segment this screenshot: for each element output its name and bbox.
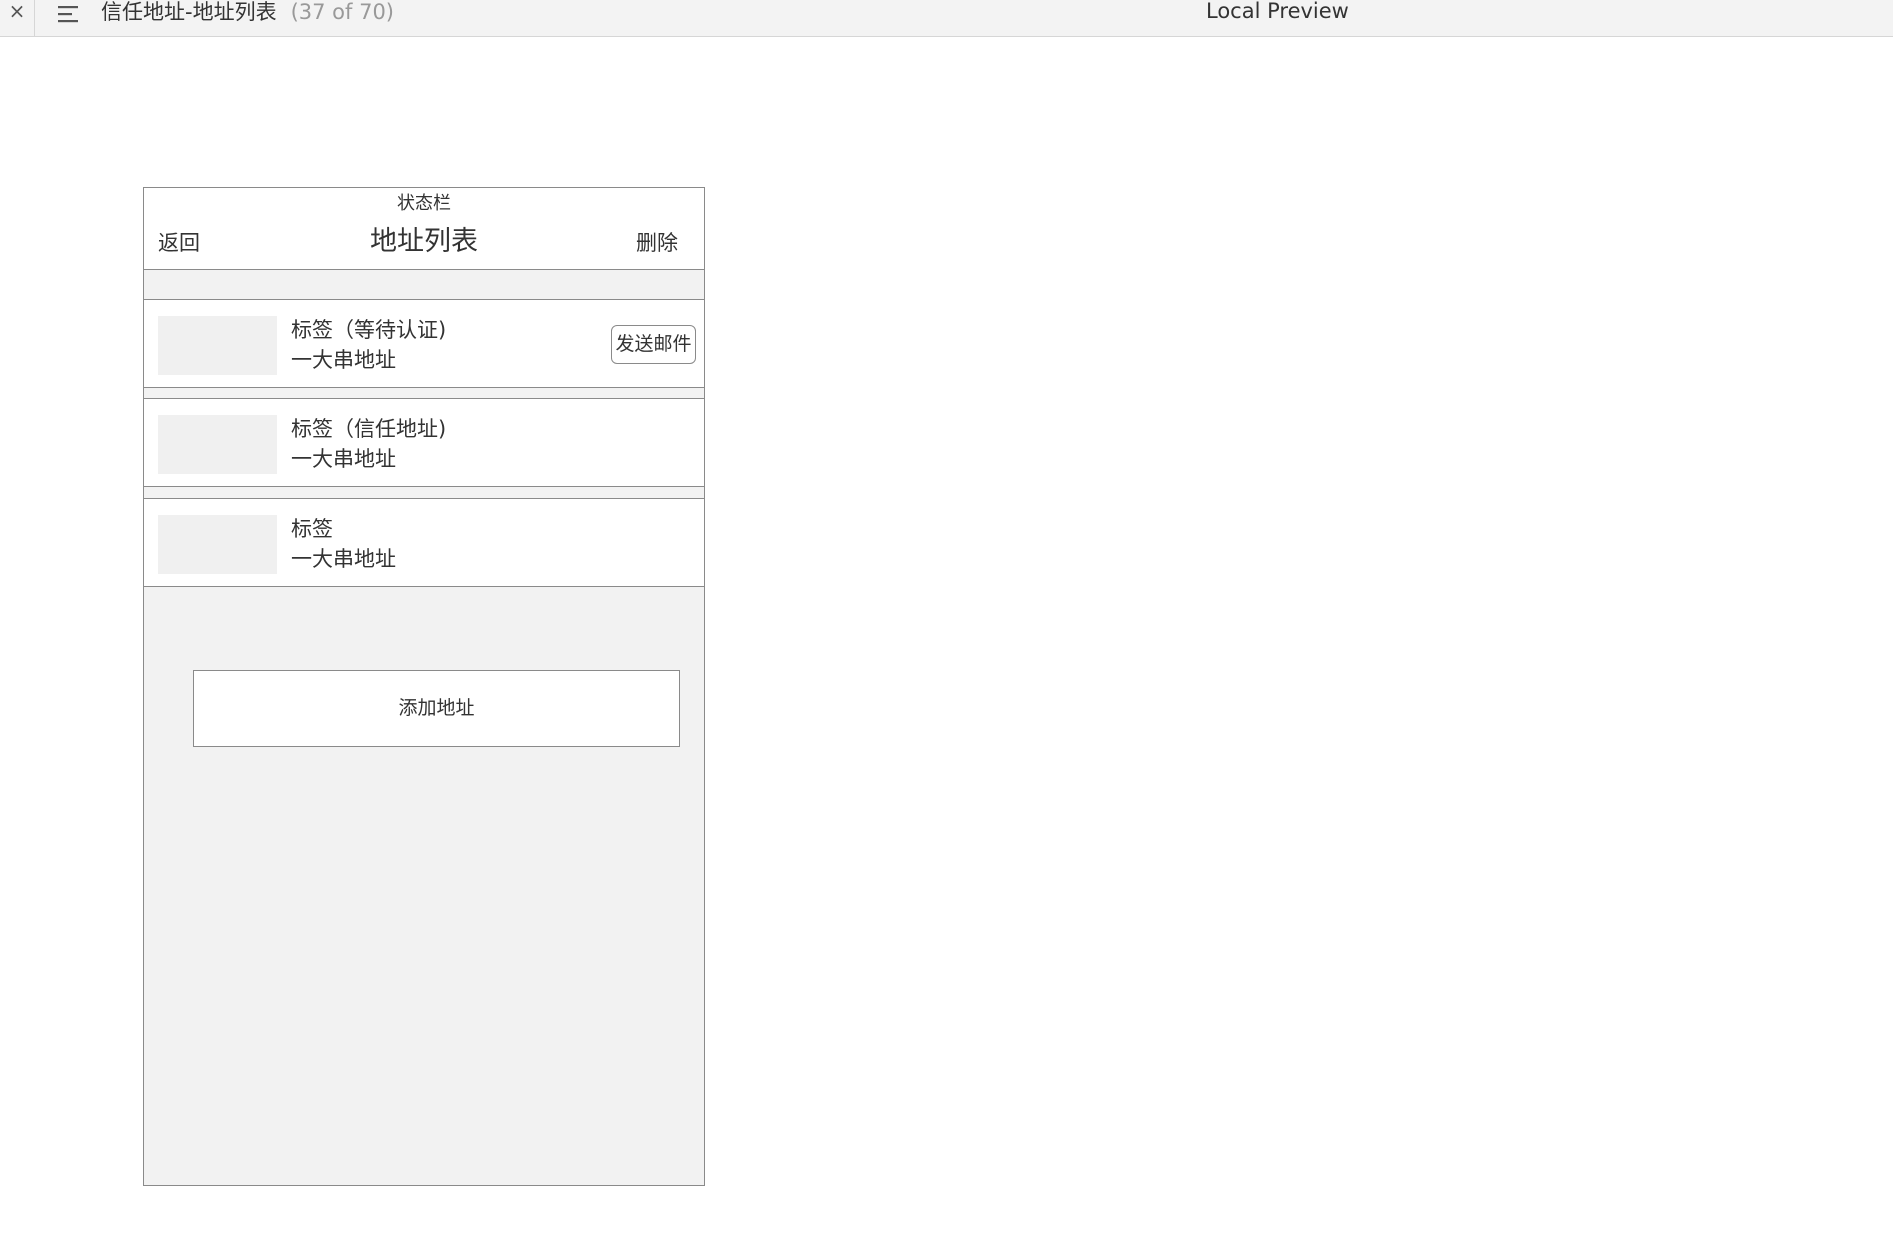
preview-title: Local Preview [1206,0,1349,23]
address-list-item[interactable]: 标签 一大串地址 [144,498,704,587]
top-toolbar: × 信任地址-地址列表 (37 of 70) Local Preview [0,0,1893,37]
address-text: 一大串地址 [291,547,396,571]
address-thumbnail [158,515,277,574]
send-email-button[interactable]: 发送邮件 [611,325,696,364]
address-label: 标签 [291,517,333,541]
address-list-item[interactable]: 标签（等待认证) 一大串地址 发送邮件 [144,299,704,388]
address-text: 一大串地址 [291,348,396,372]
page-count: (37 of 70) [290,0,394,24]
close-icon: × [8,0,26,23]
hamburger-menu-icon[interactable] [56,2,80,26]
address-label: 标签（信任地址) [291,417,447,441]
add-address-button[interactable]: 添加地址 [193,670,680,747]
delete-button[interactable]: 删除 [636,227,678,259]
address-thumbnail [158,316,277,375]
address-label: 标签（等待认证) [291,318,447,342]
address-list-item[interactable]: 标签（信任地址) 一大串地址 [144,398,704,487]
status-bar: 状态栏 [144,188,704,220]
close-button[interactable]: × [0,0,35,36]
nav-title: 地址列表 [370,226,478,257]
nav-bar: 返回 地址列表 删除 [144,220,704,270]
page-title: 信任地址-地址列表 (37 of 70) [101,0,394,24]
page-title-text: 信任地址-地址列表 [101,0,277,24]
phone-wireframe: 状态栏 返回 地址列表 删除 标签（等待认证) 一大串地址 发送邮件 标签（信任… [143,187,705,1186]
address-thumbnail [158,415,277,474]
address-text: 一大串地址 [291,447,396,471]
